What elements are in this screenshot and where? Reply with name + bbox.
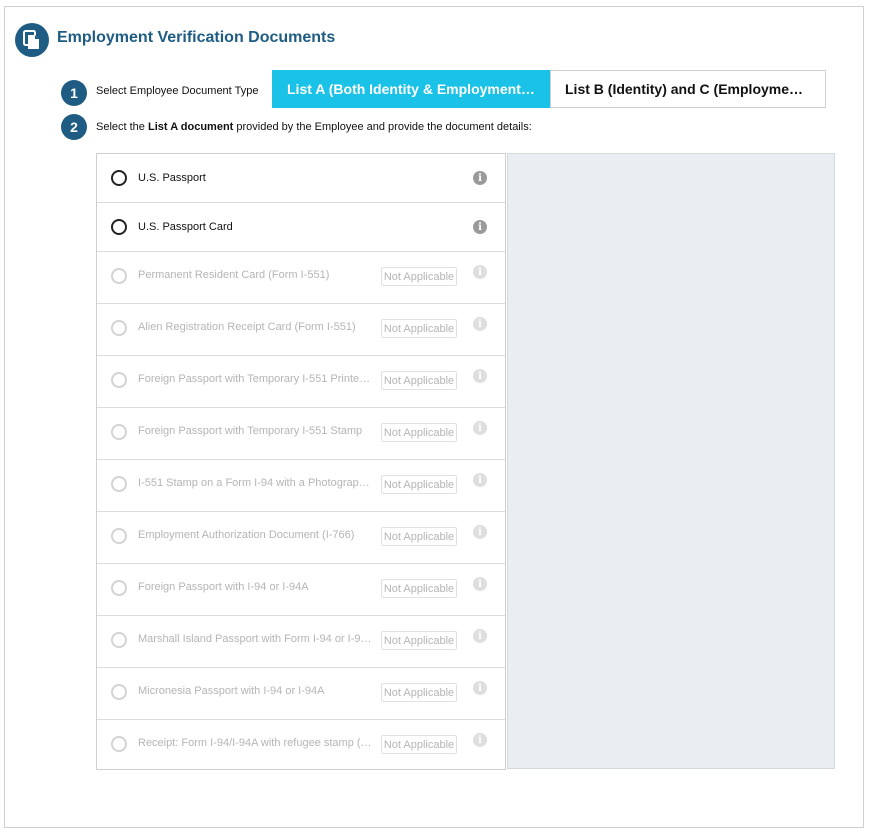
document-option-foreign-passport-stamp: Foreign Passport with Temporary I-551 St… xyxy=(97,408,505,460)
document-option-us-passport-card[interactable]: U.S. Passport Card i xyxy=(97,203,505,252)
document-label: Marshall Island Passport with Form I-94 … xyxy=(138,633,372,645)
not-applicable-badge: Not Applicable xyxy=(381,631,457,650)
info-icon: i xyxy=(473,681,487,695)
document-option-permanent-resident-card: Permanent Resident Card (Form I-551) Not… xyxy=(97,252,505,304)
document-option-ead-i766: Employment Authorization Document (I-766… xyxy=(97,512,505,564)
radio-button xyxy=(111,684,127,700)
document-option-foreign-passport-printed-notation: Foreign Passport with Temporary I-551 Pr… xyxy=(97,356,505,408)
document-label: I-551 Stamp on a Form I-94 with a Photog… xyxy=(138,477,372,489)
document-label: Foreign Passport with Temporary I-551 St… xyxy=(138,425,363,437)
radio-button xyxy=(111,268,127,284)
document-label: Micronesia Passport with I-94 or I-94A xyxy=(138,685,325,697)
not-applicable-badge: Not Applicable xyxy=(381,579,457,598)
info-icon[interactable]: i xyxy=(473,220,487,234)
not-applicable-badge: Not Applicable xyxy=(381,267,457,286)
section-title: Employment Verification Documents xyxy=(57,29,336,46)
info-icon: i xyxy=(473,265,487,279)
document-option-foreign-passport-i94: Foreign Passport with I-94 or I-94A Not … xyxy=(97,564,505,616)
info-icon: i xyxy=(473,317,487,331)
not-applicable-badge: Not Applicable xyxy=(381,475,457,494)
document-label: Employment Authorization Document (I-766… xyxy=(138,529,355,541)
info-icon: i xyxy=(473,629,487,643)
tab-list-b-c-label: List B (Identity) and C (Employment Auth… xyxy=(565,81,811,97)
document-label: Permanent Resident Card (Form I-551) xyxy=(138,269,330,281)
document-label: Foreign Passport with I-94 or I-94A xyxy=(138,581,309,593)
not-applicable-badge: Not Applicable xyxy=(381,371,457,390)
not-applicable-badge: Not Applicable xyxy=(381,319,457,338)
step-1-badge: 1 xyxy=(61,80,87,106)
tab-list-a-label: List A (Both Identity & Employment Autho… xyxy=(287,81,535,97)
employment-verification-panel: Employment Verification Documents 1 Sele… xyxy=(4,6,864,828)
info-icon: i xyxy=(473,473,487,487)
radio-button xyxy=(111,476,127,492)
not-applicable-badge: Not Applicable xyxy=(381,683,457,702)
step-2-prefix: Select the xyxy=(96,121,148,133)
document-option-micronesia-passport: Micronesia Passport with I-94 or I-94A N… xyxy=(97,668,505,720)
info-icon: i xyxy=(473,577,487,591)
radio-button xyxy=(111,320,127,336)
radio-button xyxy=(111,632,127,648)
step-1-label: Select Employee Document Type xyxy=(96,85,259,97)
radio-button xyxy=(111,372,127,388)
radio-button xyxy=(111,736,127,752)
document-label: U.S. Passport Card xyxy=(138,221,233,233)
document-option-i551-stamp-i94: I-551 Stamp on a Form I-94 with a Photog… xyxy=(97,460,505,512)
not-applicable-badge: Not Applicable xyxy=(381,735,457,754)
info-icon: i xyxy=(473,369,487,383)
document-label: Alien Registration Receipt Card (Form I-… xyxy=(138,321,356,333)
step-2-suffix: provided by the Employee and provide the… xyxy=(233,121,532,133)
step-2-instructions: Select the List A document provided by t… xyxy=(96,121,532,133)
radio-button xyxy=(111,528,127,544)
document-label: U.S. Passport xyxy=(138,172,206,184)
document-option-us-passport[interactable]: U.S. Passport i xyxy=(97,154,505,203)
document-details-panel xyxy=(507,153,835,769)
tab-list-b-c[interactable]: List B (Identity) and C (Employment Auth… xyxy=(550,70,826,108)
document-label: Foreign Passport with Temporary I-551 Pr… xyxy=(138,373,372,385)
info-icon: i xyxy=(473,421,487,435)
document-list: U.S. Passport i U.S. Passport Card i Per… xyxy=(96,153,506,770)
info-icon: i xyxy=(473,525,487,539)
document-option-marshall-island-passport: Marshall Island Passport with Form I-94 … xyxy=(97,616,505,668)
not-applicable-badge: Not Applicable xyxy=(381,527,457,546)
step-2-badge: 2 xyxy=(61,114,87,140)
radio-button[interactable] xyxy=(111,219,127,235)
info-icon: i xyxy=(473,733,487,747)
tab-list-a[interactable]: List A (Both Identity & Employment Autho… xyxy=(272,70,550,108)
document-option-receipt-refugee-stamp: Receipt: Form I-94/I-94A with refugee st… xyxy=(97,720,505,772)
document-option-alien-registration-card: Alien Registration Receipt Card (Form I-… xyxy=(97,304,505,356)
step-2-bold: List A document xyxy=(147,121,234,133)
document-label: Receipt: Form I-94/I-94A with refugee st… xyxy=(138,737,372,749)
radio-button[interactable] xyxy=(111,170,127,186)
not-applicable-badge: Not Applicable xyxy=(381,423,457,442)
radio-button xyxy=(111,424,127,440)
info-icon[interactable]: i xyxy=(473,171,487,185)
radio-button xyxy=(111,580,127,596)
documents-icon xyxy=(15,23,49,57)
